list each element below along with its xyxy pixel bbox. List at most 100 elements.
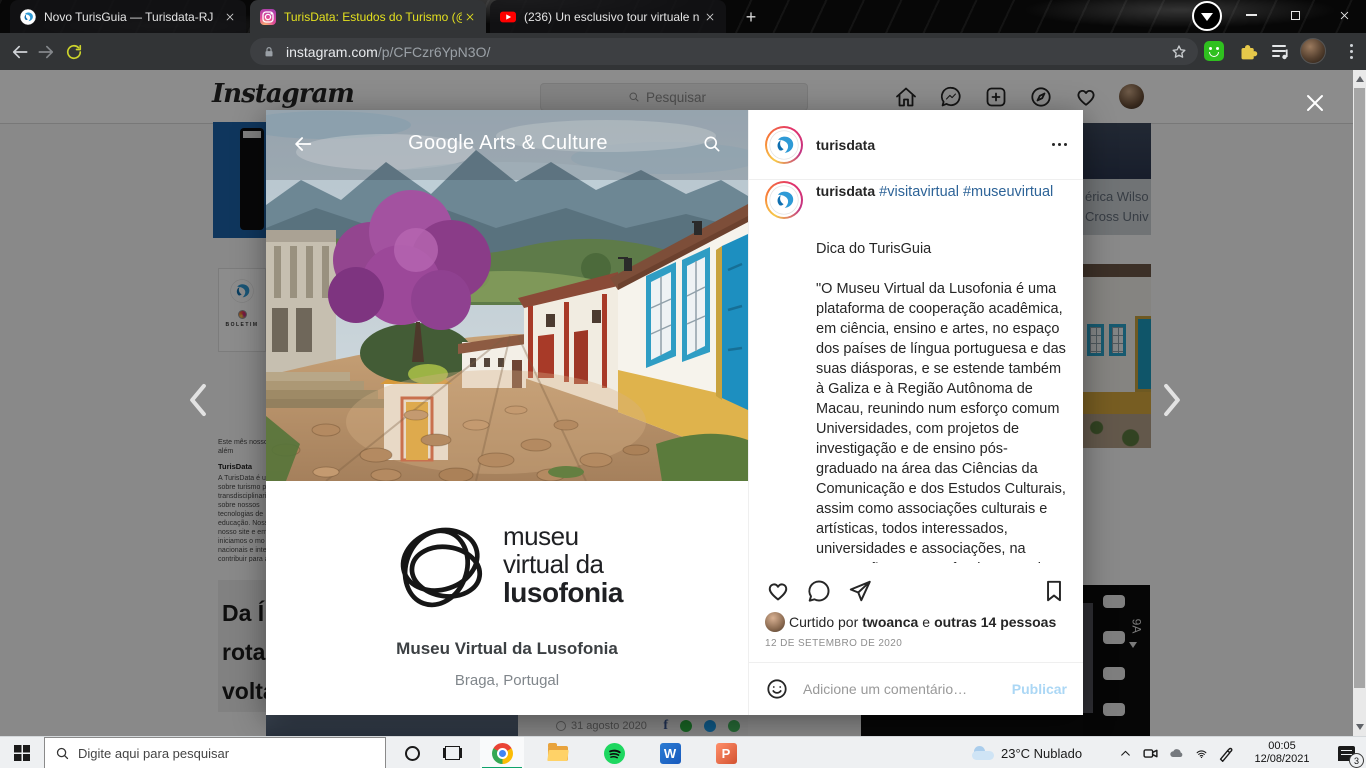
- back-button[interactable]: [8, 40, 32, 64]
- media-triangle-icon: [1201, 13, 1213, 21]
- browser-tabstrip: Novo TurisGuia — Turisdata-RJ TurisData:…: [0, 0, 1366, 33]
- post-author-avatar[interactable]: [765, 126, 803, 164]
- browser-menu-icon[interactable]: [1344, 41, 1358, 61]
- scrollbar-thumb[interactable]: [1354, 88, 1365, 688]
- modal-close-icon[interactable]: [1301, 89, 1329, 117]
- caption-username[interactable]: turisdata: [816, 183, 875, 199]
- post-image[interactable]: Google Arts & Culture muse: [266, 110, 748, 715]
- folder-icon: [548, 746, 568, 761]
- museu-lusofonia-logo-icon: [391, 513, 495, 617]
- word-logo-icon: W: [660, 743, 681, 764]
- clock-date: 12/08/2021: [1254, 753, 1309, 766]
- browser-toolbar: instagram.com/p/CFCzr6YpN3O/: [0, 33, 1366, 70]
- taskbar-powerpoint-icon[interactable]: P: [704, 737, 748, 768]
- caption-hashtags[interactable]: #visitavirtual #museuvirtual: [879, 184, 1053, 200]
- bookmark-star-icon[interactable]: [1170, 43, 1188, 61]
- notification-badge: 3: [1349, 753, 1364, 768]
- liker-username[interactable]: twoanca: [862, 614, 918, 630]
- media-control-button[interactable]: [1192, 1, 1222, 31]
- tab-instagram[interactable]: TurisData: Estudos do Turismo (@: [250, 0, 486, 33]
- url-path: /p/CFCzr6YpN3O/: [378, 44, 491, 60]
- extensions-puzzle-icon[interactable]: [1238, 41, 1259, 62]
- search-icon: [55, 746, 70, 761]
- share-plane-icon[interactable]: [847, 578, 873, 604]
- meet-now-icon[interactable]: [1136, 737, 1164, 768]
- tab-close-icon[interactable]: [462, 9, 478, 25]
- address-bar[interactable]: instagram.com/p/CFCzr6YpN3O/: [250, 38, 1198, 65]
- lock-icon: [262, 45, 276, 59]
- caption-paragraph: Dica do TurisGuia: [816, 239, 1067, 259]
- page-scrollbar: [1353, 70, 1366, 736]
- scrollbar-down-arrow[interactable]: [1356, 724, 1364, 730]
- liker-avatar[interactable]: [765, 612, 785, 632]
- gac-header: Google Arts & Culture: [266, 132, 748, 155]
- post-header: turisdata: [749, 110, 1083, 180]
- museum-location: Braga, Portugal: [266, 672, 748, 689]
- back-arrow-icon: [292, 133, 314, 155]
- spotify-logo-icon: [604, 743, 625, 764]
- museum-logo-wordmark: museu virtual da lusofonia: [503, 522, 623, 608]
- url-text: instagram.com/p/CFCzr6YpN3O/: [286, 44, 1170, 60]
- tab-title: TurisData: Estudos do Turismo (@: [284, 10, 462, 24]
- reload-button[interactable]: [62, 40, 86, 64]
- clock-time: 00:05: [1268, 740, 1296, 753]
- taskbar-search-input[interactable]: [78, 746, 328, 761]
- museum-banner: museu virtual da lusofonia Museu Virtual…: [266, 481, 748, 715]
- gac-search-icon: [702, 134, 722, 154]
- weather-cloud-icon: [972, 746, 994, 760]
- music-list-extension-icon[interactable]: [1270, 41, 1290, 61]
- scrollbar-up-arrow[interactable]: [1356, 76, 1364, 82]
- chrome-logo-icon: [492, 743, 513, 764]
- tab-title: (236) Un esclusivo tour virtuale n: [524, 10, 702, 24]
- weather-widget[interactable]: 23°C Nublado: [972, 737, 1112, 768]
- browser-profile-avatar[interactable]: [1300, 38, 1326, 64]
- likes-others[interactable]: outras 14 pessoas: [934, 614, 1056, 630]
- post-options-icon[interactable]: [1052, 143, 1067, 146]
- taskbar-spotify-icon[interactable]: [592, 737, 636, 768]
- emoji-smiley-icon[interactable]: [765, 677, 789, 701]
- save-bookmark-icon[interactable]: [1041, 578, 1067, 604]
- caption-author-avatar[interactable]: [765, 181, 803, 219]
- powerpoint-logo-icon: P: [716, 743, 737, 764]
- bitmoji-extension-icon[interactable]: [1204, 41, 1224, 61]
- like-heart-icon[interactable]: [765, 578, 791, 604]
- post-caption: turisdata #visitavirtual #museuvirtual D…: [765, 181, 1067, 563]
- onedrive-icon[interactable]: [1162, 737, 1190, 768]
- forward-button[interactable]: [34, 40, 58, 64]
- window-restore-button[interactable]: [1274, 0, 1316, 30]
- instagram-favicon: [260, 9, 276, 25]
- taskbar-searchbox[interactable]: [44, 737, 386, 768]
- tab-youtube[interactable]: (236) Un esclusivo tour virtuale n: [490, 0, 726, 33]
- tab-close-icon[interactable]: [222, 9, 238, 25]
- start-button[interactable]: [0, 737, 44, 768]
- tray-expand-chevron[interactable]: [1112, 737, 1138, 768]
- turisdata-logo-icon: [769, 185, 799, 215]
- taskbar-explorer-icon[interactable]: [536, 737, 580, 768]
- post-author-username[interactable]: turisdata: [816, 137, 875, 153]
- new-tab-button[interactable]: +: [738, 4, 764, 30]
- gac-title: Google Arts & Culture: [314, 132, 702, 155]
- cortana-button[interactable]: [392, 737, 432, 768]
- comment-input[interactable]: [803, 681, 1012, 697]
- next-post-chevron[interactable]: [1158, 380, 1186, 420]
- windows-logo-icon: [14, 745, 30, 761]
- comment-bubble-icon[interactable]: [806, 578, 832, 604]
- window-minimize-button[interactable]: [1230, 0, 1272, 30]
- tab-turisguia[interactable]: Novo TurisGuia — Turisdata-RJ: [10, 0, 246, 33]
- wifi-icon[interactable]: [1188, 737, 1214, 768]
- street-scene-photo: [266, 110, 748, 481]
- taskbar-clock[interactable]: 00:05 12/08/2021: [1244, 737, 1320, 768]
- post-footer: Curtido por twoanca e outras 14 pessoas …: [749, 569, 1083, 715]
- caption-paragraph: "O Museu Virtual da Lusofonia é uma plat…: [816, 279, 1067, 563]
- tab-close-icon[interactable]: [702, 9, 718, 25]
- pen-workspace-icon[interactable]: [1212, 737, 1238, 768]
- action-center-button[interactable]: 3: [1326, 737, 1366, 768]
- taskbar-word-icon[interactable]: W: [648, 737, 692, 768]
- screen: Novo TurisGuia — Turisdata-RJ TurisData:…: [0, 0, 1366, 768]
- taskbar-chrome-icon[interactable]: [480, 737, 524, 768]
- previous-post-chevron[interactable]: [184, 380, 212, 420]
- publish-button[interactable]: Publicar: [1012, 681, 1067, 697]
- window-close-button[interactable]: [1322, 0, 1366, 30]
- post-modal: Google Arts & Culture muse: [266, 110, 1083, 715]
- task-view-button[interactable]: [432, 737, 472, 768]
